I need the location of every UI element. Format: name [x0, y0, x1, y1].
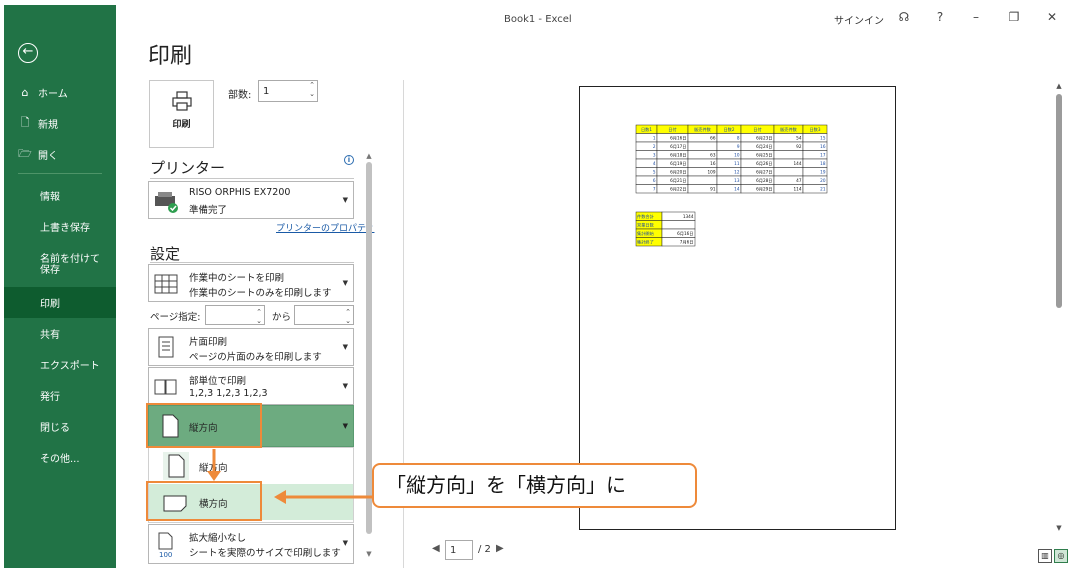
instruction-callout: 「縦方向」を「横方向」に — [372, 463, 697, 508]
excel-backstage-print: ← ⌂ ホーム 🗋 新規 🗁 開く 情報 上書き保存 名前を付けて保存 印刷 共… — [0, 0, 1069, 572]
